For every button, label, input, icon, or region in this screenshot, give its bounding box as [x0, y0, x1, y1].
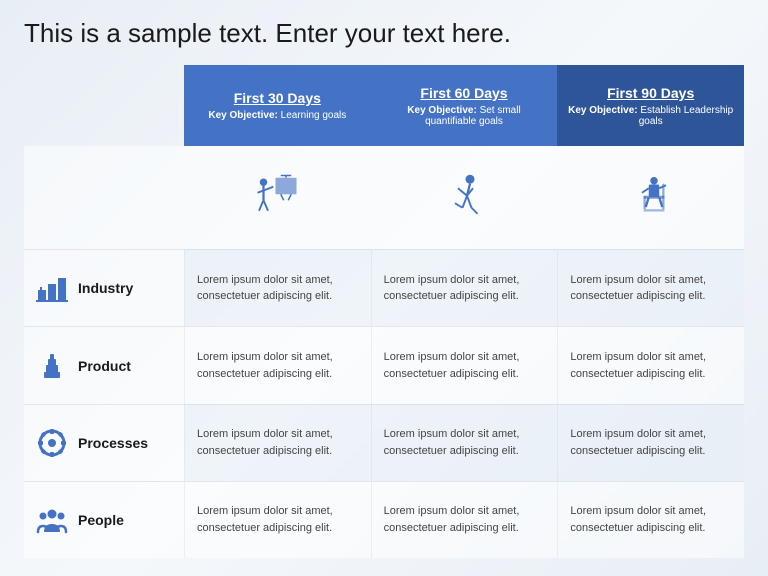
processes-cell-1: Lorem ipsum dolor sit amet, consectetuer… [184, 404, 371, 481]
icon-row-empty [24, 146, 184, 249]
col2-title: First 60 Days [420, 85, 507, 101]
col3-key-objective-value: Establish Leadership goals [639, 105, 734, 127]
page-title: This is a sample text. Enter your text h… [24, 18, 744, 49]
processes-cell-3: Lorem ipsum dolor sit amet, consectetuer… [557, 404, 744, 481]
main-table: First 30 Days Key Objective: Learning go… [24, 65, 744, 558]
col1-key-objective-label: Key Objective: [208, 110, 277, 121]
people-cell-1: Lorem ipsum dolor sit amet, consectetuer… [184, 481, 371, 558]
icon-cell-col3 [557, 146, 744, 249]
row-industry-label: Industry [24, 249, 184, 326]
product-cell-2: Lorem ipsum dolor sit amet, consectetuer… [371, 326, 558, 403]
col3-title: First 90 Days [607, 85, 694, 101]
col2-subtitle: Key Objective: Set small quantifiable go… [381, 105, 548, 127]
people-icon [36, 504, 68, 536]
product-icon [36, 350, 68, 382]
processes-label-text: Processes [78, 435, 148, 451]
col2-key-objective-label: Key Objective: [407, 105, 476, 116]
industry-cell-3: Lorem ipsum dolor sit amet, consectetuer… [557, 249, 744, 326]
row-product-label: Product [24, 326, 184, 403]
people-label-text: People [78, 512, 124, 528]
product-cell-1: Lorem ipsum dolor sit amet, consectetuer… [184, 326, 371, 403]
header-col-3: First 90 Days Key Objective: Establish L… [557, 65, 744, 146]
processes-cell-2: Lorem ipsum dolor sit amet, consectetuer… [371, 404, 558, 481]
icon-cell-col1 [184, 146, 371, 249]
icon-cell-col2 [371, 146, 558, 249]
industry-icon [36, 272, 68, 304]
product-label-text: Product [78, 358, 131, 374]
processes-icon [36, 427, 68, 459]
header-col-1: First 30 Days Key Objective: Learning go… [184, 65, 371, 146]
header-col-2: First 60 Days Key Objective: Set small q… [371, 65, 558, 146]
people-cell-2: Lorem ipsum dolor sit amet, consectetuer… [371, 481, 558, 558]
row-people-label: People [24, 481, 184, 558]
running-icon [434, 168, 494, 228]
col3-key-objective-label: Key Objective: [568, 105, 637, 116]
col1-title: First 30 Days [234, 90, 321, 106]
header-empty-cell [24, 65, 184, 146]
industry-cell-1: Lorem ipsum dolor sit amet, consectetuer… [184, 249, 371, 326]
row-processes-label: Processes [24, 404, 184, 481]
people-cell-3: Lorem ipsum dolor sit amet, consectetuer… [557, 481, 744, 558]
col3-subtitle: Key Objective: Establish Leadership goal… [567, 105, 734, 127]
product-cell-3: Lorem ipsum dolor sit amet, consectetuer… [557, 326, 744, 403]
col1-key-objective-value: Learning goals [281, 110, 347, 121]
industry-label-text: Industry [78, 280, 133, 296]
industry-cell-2: Lorem ipsum dolor sit amet, consectetuer… [371, 249, 558, 326]
page: This is a sample text. Enter your text h… [0, 0, 768, 576]
presenter-icon [247, 168, 307, 228]
col1-subtitle: Key Objective: Learning goals [208, 110, 346, 121]
seated-icon [621, 168, 681, 228]
